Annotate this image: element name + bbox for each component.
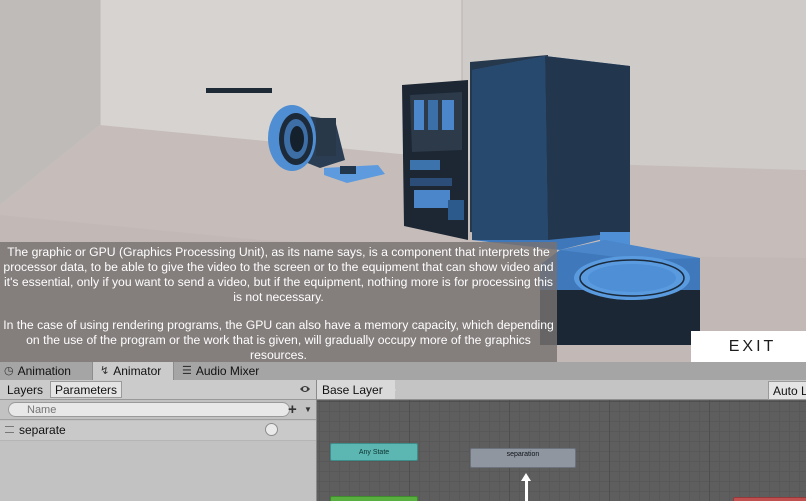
eye-icon[interactable]: [299, 383, 311, 395]
parameter-name[interactable]: separate: [19, 423, 66, 437]
tab-parameters[interactable]: Parameters: [50, 381, 123, 398]
parameters-panel: Layers Parameters ⚲ + ▼ separate: [0, 380, 317, 501]
info-paragraph: The graphic or GPU (Graphics Processing …: [3, 245, 554, 304]
exit-button[interactable]: EXIT: [691, 331, 806, 362]
auto-live-link-button[interactable]: Auto Live Link: [768, 381, 806, 400]
animator-graph[interactable]: Base Layer Auto Live Link Any State sepa…: [317, 380, 806, 501]
tab-label: Animation: [17, 364, 71, 378]
transition-arrow-icon: [521, 473, 531, 481]
add-parameter-button[interactable]: +: [288, 401, 297, 418]
tab-label: Animator: [113, 364, 162, 378]
case-box: [472, 56, 630, 250]
info-panel: The graphic or GPU (Graphics Processing …: [0, 242, 557, 362]
tab-animation[interactable]: ◷ Animation: [4, 362, 86, 380]
state-separation[interactable]: separation: [470, 448, 576, 468]
clock-icon: ◷: [4, 364, 14, 377]
breadcrumb[interactable]: Base Layer: [317, 380, 395, 399]
search-input[interactable]: [8, 402, 290, 417]
state-exit[interactable]: [733, 497, 806, 501]
state-any-state[interactable]: Any State: [330, 443, 418, 461]
search-row: ⚲ + ▼: [0, 400, 316, 420]
tab-audio-mixer[interactable]: ☰ Audio Mixer: [182, 362, 274, 380]
chevron-down-icon[interactable]: ▼: [304, 405, 312, 414]
mixer-icon: ☰: [182, 364, 192, 377]
parameter-row[interactable]: separate: [0, 421, 316, 441]
info-paragraph: In the case of using rendering programs,…: [3, 318, 554, 362]
base-unit: [540, 240, 700, 345]
graph-header: Base Layer Auto Live Link: [317, 380, 806, 400]
floating-bar: [206, 88, 272, 93]
animator-icon: ↯: [100, 364, 110, 377]
drag-handle-icon[interactable]: [5, 426, 14, 433]
editor-tab-bar: ◷ Animation ↯ Animator ☰ Audio Mixer: [0, 362, 806, 381]
tab-label: Audio Mixer: [195, 364, 260, 378]
game-view: The graphic or GPU (Graphics Processing …: [0, 0, 806, 362]
panel-toolbar: Layers Parameters: [0, 380, 316, 400]
state-entry[interactable]: [330, 496, 418, 501]
breadcrumb-arrow-icon: [388, 381, 396, 399]
tab-animator[interactable]: ↯ Animator: [92, 362, 174, 380]
tab-layers[interactable]: Layers: [3, 381, 47, 398]
trigger-toggle[interactable]: [265, 423, 278, 436]
